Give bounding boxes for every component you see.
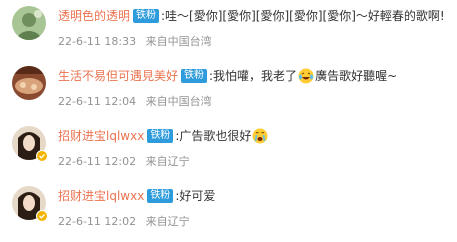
comment-header: 生活不易但可遇見美好 铁粉 :我怕嚾，我老了 廣告歌好聽喔~	[58, 68, 397, 84]
comment-meta: 22-6-11 12:04 来自中国台湾	[58, 93, 212, 109]
comment-time: 22-6-11 12:02	[58, 215, 137, 228]
comment-meta: 22-6-11 12:02 来自辽宁	[58, 213, 190, 229]
comment-text-continued: 廣告歌好聽喔~	[315, 69, 398, 83]
comment-item: 生活不易但可遇見美好 铁粉 :我怕嚾，我老了 廣告歌好聽喔~ 22-6-11 1…	[0, 66, 457, 122]
verified-badge-icon	[36, 150, 48, 162]
comment-text: :广告歌也很好	[175, 129, 252, 143]
comment-item: 招财进宝lqlwxx 铁粉 :好可爱 22-6-11 12:02 来自辽宁	[0, 186, 457, 242]
laughing-tears-emoji	[298, 68, 314, 84]
fan-badge: 铁粉	[147, 129, 174, 143]
comment-time: 22-6-11 12:02	[58, 155, 137, 168]
comment-text: :我怕嚾，我老了	[209, 69, 298, 83]
comment-text: :好可爱	[175, 189, 216, 203]
fan-badge: 铁粉	[147, 189, 174, 203]
comment-time: 22-6-11 12:04	[58, 95, 137, 108]
comment-location: 来自辽宁	[145, 155, 190, 168]
avatar[interactable]	[12, 6, 46, 40]
comment-meta: 22-6-11 12:02 来自辽宁	[58, 153, 190, 169]
username-link[interactable]: 生活不易但可遇見美好	[58, 68, 178, 84]
comment-time: 22-6-11 18:33	[58, 35, 137, 48]
username-link[interactable]: 透明色的透明	[58, 8, 130, 24]
comment-header: 透明色的透明 铁粉 :哇～[愛你][愛你][愛你][愛你][愛你]～好輕春的歌啊…	[58, 8, 445, 24]
comment-location: 来自中国台湾	[145, 95, 212, 108]
comment-header: 招财进宝lqlwxx 铁粉 :广告歌也很好	[58, 128, 269, 144]
comment-item: 招财进宝lqlwxx 铁粉 :广告歌也很好 22-6-11 12:02 来自辽宁	[0, 126, 457, 182]
comment-meta: 22-6-11 18:33 来自中国台湾	[58, 33, 212, 49]
comment-text: :哇～[愛你][愛你][愛你][愛你][愛你]～好輕春的歌啊!	[161, 9, 445, 23]
crying-face-emoji	[252, 128, 268, 144]
verified-badge-icon	[36, 210, 48, 222]
avatar[interactable]	[12, 66, 46, 100]
comment-header: 招财进宝lqlwxx 铁粉 :好可爱	[58, 188, 215, 204]
comment-item: 透明色的透明 铁粉 :哇～[愛你][愛你][愛你][愛你][愛你]～好輕春的歌啊…	[0, 6, 457, 62]
comment-location: 来自中国台湾	[145, 35, 212, 48]
fan-badge: 铁粉	[133, 9, 160, 23]
comment-location: 来自辽宁	[145, 215, 190, 228]
fan-badge: 铁粉	[181, 69, 208, 83]
username-link[interactable]: 招财进宝lqlwxx	[58, 188, 144, 204]
username-link[interactable]: 招财进宝lqlwxx	[58, 128, 144, 144]
